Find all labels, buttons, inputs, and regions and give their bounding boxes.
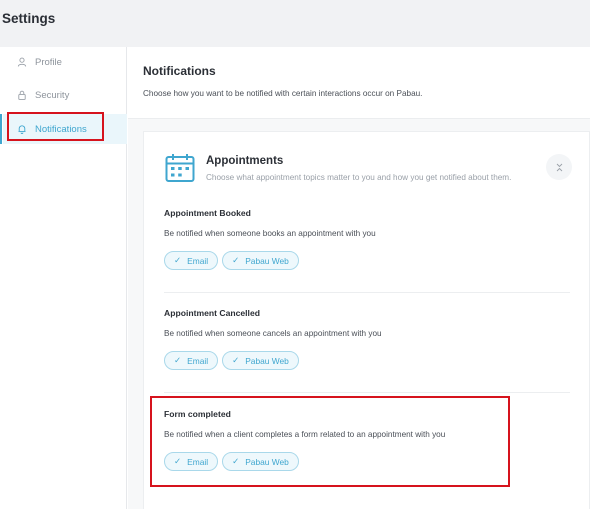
highlight-annotation bbox=[7, 112, 104, 141]
chip-label: Pabau Web bbox=[245, 255, 289, 266]
pabau-web-toggle[interactable]: ✓ Pabau Web bbox=[222, 351, 299, 370]
sidebar-item-security[interactable]: Security bbox=[3, 80, 127, 110]
chip-label: Email bbox=[187, 255, 209, 266]
app-title: Settings bbox=[2, 11, 56, 26]
collapse-button[interactable] bbox=[546, 154, 572, 180]
email-toggle[interactable]: ✓ Email bbox=[164, 251, 219, 270]
divider bbox=[164, 292, 570, 293]
page-header: Notifications Choose how you want to be … bbox=[128, 47, 590, 119]
pabau-web-toggle[interactable]: ✓ Pabau Web bbox=[222, 251, 299, 270]
section-subtitle: Choose what appointment topics matter to… bbox=[206, 173, 512, 182]
check-icon: ✓ bbox=[174, 355, 182, 365]
sidebar-item-label: Security bbox=[35, 89, 70, 101]
topic-description: Be notified when someone cancels an appo… bbox=[164, 329, 382, 338]
top-bar: Settings bbox=[0, 0, 590, 47]
highlight-annotation bbox=[150, 396, 510, 487]
topic-appointment-cancelled: Appointment Cancelled Be notified when s… bbox=[164, 308, 570, 370]
check-icon: ✓ bbox=[232, 355, 240, 365]
divider bbox=[164, 392, 570, 393]
lock-icon bbox=[17, 90, 27, 100]
topic-title: Appointment Booked bbox=[164, 208, 251, 218]
section-title: Appointments bbox=[206, 155, 284, 167]
page-subtitle: Choose how you want to be notified with … bbox=[143, 89, 423, 98]
topic-title: Appointment Cancelled bbox=[164, 308, 260, 318]
email-toggle[interactable]: ✓ Email bbox=[164, 351, 219, 370]
chip-label: Pabau Web bbox=[245, 355, 289, 366]
user-icon bbox=[17, 57, 27, 67]
calendar-icon bbox=[165, 153, 195, 183]
check-icon: ✓ bbox=[232, 255, 240, 265]
collapse-icon bbox=[556, 163, 562, 171]
sidebar-item-label: Profile bbox=[35, 56, 62, 68]
page-title: Notifications bbox=[143, 64, 216, 78]
topic-description: Be notified when someone books an appoin… bbox=[164, 229, 376, 238]
check-icon: ✓ bbox=[174, 255, 182, 265]
chip-label: Email bbox=[187, 355, 209, 366]
sidebar-item-profile[interactable]: Profile bbox=[3, 47, 127, 77]
topic-appointment-booked: Appointment Booked Be notified when some… bbox=[164, 208, 570, 270]
